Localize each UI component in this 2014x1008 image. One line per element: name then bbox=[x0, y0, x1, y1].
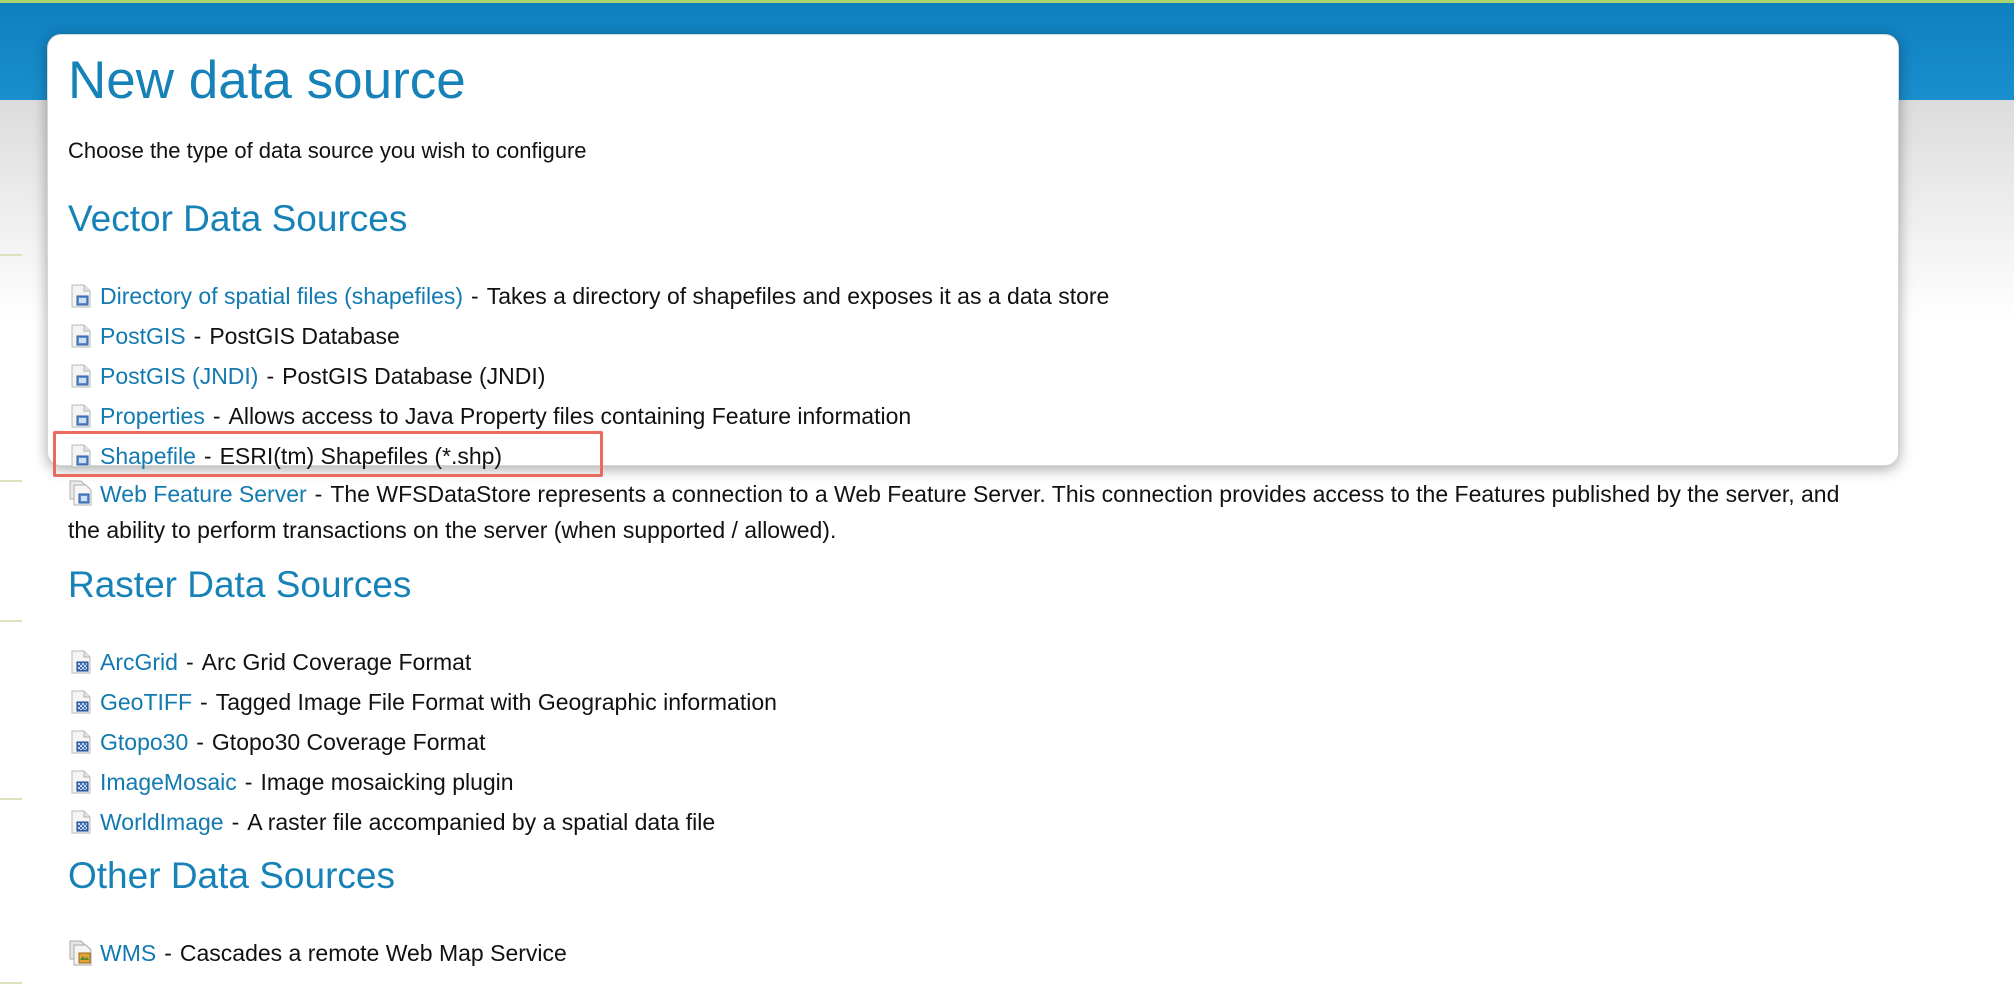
data-source-description: PostGIS Database (JNDI) bbox=[282, 362, 546, 389]
raster-store-icon bbox=[68, 809, 94, 835]
section-heading-raster: Raster Data Sources bbox=[68, 564, 412, 605]
data-source-item-postgis-jndi: PostGIS (JNDI) - PostGIS Database (JNDI) bbox=[68, 356, 1868, 396]
data-source-description: The WFSDataStore represents a connection… bbox=[68, 481, 1840, 543]
vector-source-list: Directory of spatial files (shapefiles) -… bbox=[68, 276, 1868, 548]
data-source-link-postgis-jndi[interactable]: PostGIS (JNDI) bbox=[100, 363, 258, 390]
vector-store-icon bbox=[68, 363, 94, 389]
data-source-description: Takes a directory of shapefiles and expo… bbox=[486, 282, 1110, 309]
data-source-description: Arc Grid Coverage Format bbox=[201, 648, 472, 675]
section-heading-vector: Vector Data Sources bbox=[68, 198, 408, 239]
vector-store-icon bbox=[68, 403, 94, 429]
separator: - bbox=[244, 768, 253, 795]
wfs-store-icon bbox=[68, 480, 94, 506]
separator: - bbox=[314, 481, 323, 507]
other-source-list: WMS - Cascades a remote Web Map Service bbox=[68, 933, 1868, 973]
separator: - bbox=[164, 939, 172, 966]
separator: - bbox=[200, 688, 208, 715]
vector-store-icon bbox=[68, 323, 94, 349]
wms-store-icon bbox=[68, 940, 94, 966]
data-source-link-worldimage[interactable]: WorldImage bbox=[100, 809, 224, 836]
raster-store-icon bbox=[68, 729, 94, 755]
data-source-item-worldimage: WorldImage - A raster file accompanied by … bbox=[68, 802, 1868, 842]
raster-store-icon bbox=[68, 649, 94, 675]
data-source-description: Gtopo30 Coverage Format bbox=[211, 728, 486, 755]
data-source-description: Tagged Image File Format with Geographic… bbox=[215, 688, 777, 715]
divider bbox=[0, 620, 22, 622]
data-source-link-postgis[interactable]: PostGIS bbox=[100, 323, 186, 350]
data-source-item-properties: Properties - Allows access to Java Propert… bbox=[68, 396, 1868, 436]
page-title: New data source bbox=[68, 51, 466, 110]
divider bbox=[0, 254, 22, 256]
data-source-link-properties[interactable]: Properties bbox=[100, 403, 205, 430]
separator: - bbox=[471, 282, 479, 309]
data-source-link-gtopo30[interactable]: Gtopo30 bbox=[100, 729, 188, 756]
raster-store-icon bbox=[68, 689, 94, 715]
divider bbox=[0, 982, 22, 984]
page-intro: Choose the type of data source you wish … bbox=[68, 138, 587, 163]
shapefile-highlight-box bbox=[53, 431, 603, 477]
vector-store-icon bbox=[68, 283, 94, 309]
data-source-link-arcgrid[interactable]: ArcGrid bbox=[100, 649, 178, 676]
data-source-item-imagemosaic: ImageMosaic - Image mosaicking plugin bbox=[68, 762, 1868, 802]
data-source-link-web-feature-server[interactable]: Web Feature Server bbox=[100, 481, 307, 507]
separator: - bbox=[193, 322, 202, 349]
data-source-link-directory-of-spatial-files-shapefiles[interactable]: Directory of spatial files (shapefiles) bbox=[100, 283, 463, 310]
data-source-description: Image mosaicking plugin bbox=[260, 768, 514, 795]
data-source-item-directory-of-spatial-files-shapefiles: Directory of spatial files (shapefiles) -… bbox=[68, 276, 1868, 316]
data-source-description: Allows access to Java Property files con… bbox=[228, 402, 912, 429]
separator: - bbox=[231, 808, 240, 835]
raster-source-list: ArcGrid - Arc Grid Coverage Format GeoTIFF -… bbox=[68, 642, 1868, 842]
data-source-item-gtopo30: Gtopo30- Gtopo30 Coverage Format bbox=[68, 722, 1868, 762]
data-source-description: Cascades a remote Web Map Service bbox=[179, 939, 567, 966]
data-source-item-wms: WMS - Cascades a remote Web Map Service bbox=[68, 933, 1868, 973]
separator: - bbox=[212, 402, 221, 429]
separator: - bbox=[196, 728, 204, 755]
separator: - bbox=[266, 362, 275, 389]
divider bbox=[0, 480, 22, 482]
data-source-description: A raster file accompanied by a spatial d… bbox=[247, 808, 716, 835]
section-heading-other: Other Data Sources bbox=[68, 855, 395, 896]
data-source-item-geotiff: GeoTIFF - Tagged Image File Format with Ge… bbox=[68, 682, 1868, 722]
separator: - bbox=[185, 648, 194, 675]
data-source-item-arcgrid: ArcGrid - Arc Grid Coverage Format bbox=[68, 642, 1868, 682]
data-source-link-imagemosaic[interactable]: ImageMosaic bbox=[100, 769, 237, 796]
data-source-link-wms[interactable]: WMS bbox=[100, 940, 156, 967]
data-source-description: PostGIS Database bbox=[209, 322, 400, 349]
raster-store-icon bbox=[68, 769, 94, 795]
data-source-item-postgis: PostGIS - PostGIS Database bbox=[68, 316, 1868, 356]
data-source-link-geotiff[interactable]: GeoTIFF bbox=[100, 689, 192, 716]
divider bbox=[0, 798, 22, 800]
data-source-item-web-feature-server: Web Feature Server - The WFSDataStore repr… bbox=[68, 476, 1868, 548]
